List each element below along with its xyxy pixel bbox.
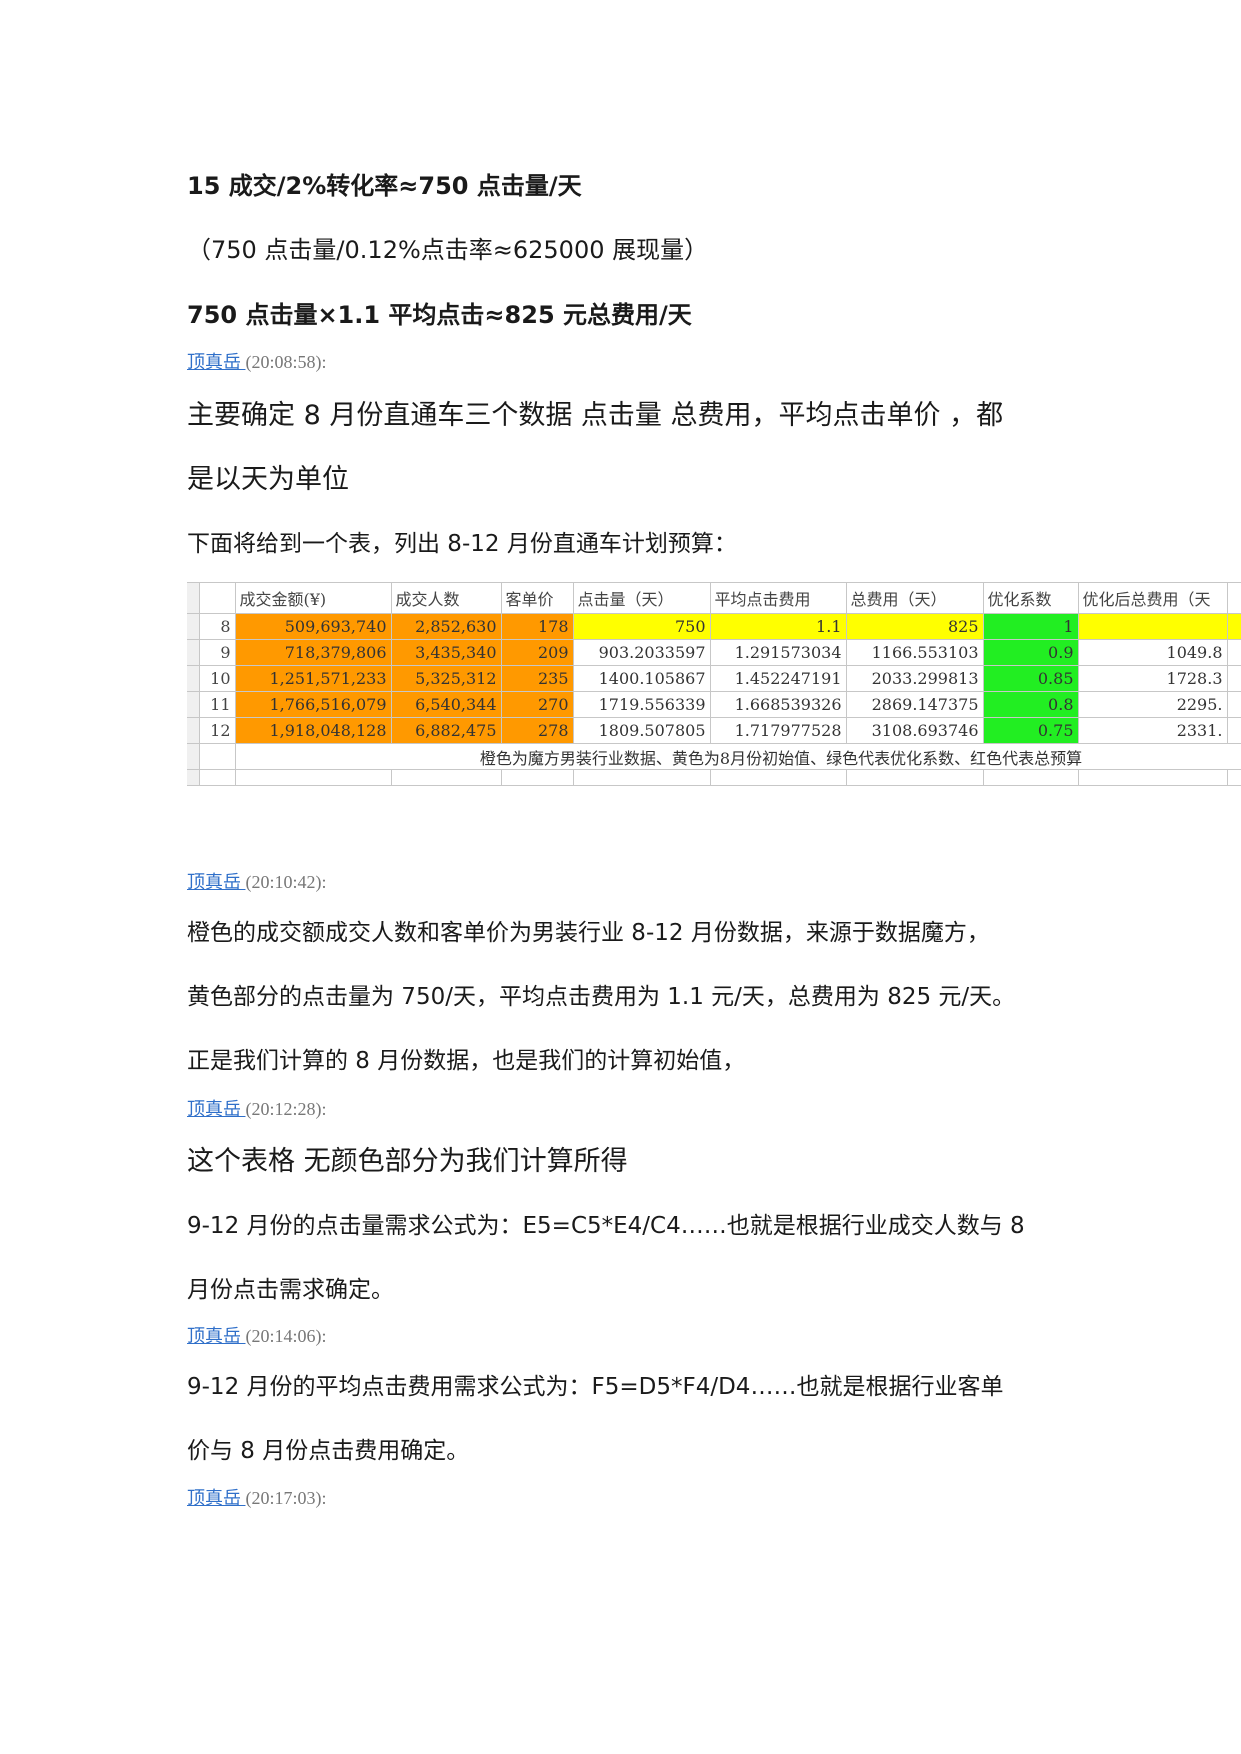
message-line: 价与 8 月份点击费用确定。 [187,1438,470,1464]
header-cell: 优化系数 [982,582,1079,614]
header-cell: 优化后总费用（天 [1077,582,1228,614]
message-line: 下面将给到一个表，列出 8-12 月份直通车计划预算： [187,531,737,557]
table-cell: 1,766,516,079 [234,691,392,718]
table-cell: 5,325,312 [390,665,502,692]
table-header-row: 成交金额(¥) 成交人数 客单价 点击量（天） 平均点击费用 总费用（天） 优化… [187,582,1241,614]
table-cell: 1400.105867 [572,665,711,692]
message-meta: 顶真岳 (20:14:06): [187,1322,327,1348]
message-time: (20:12:28): [245,1099,327,1119]
table-cell: 1,918,048,128 [234,717,392,744]
table-row: 9 718,379,806 3,435,340 209 903.2033597 … [187,639,1241,666]
table-cell: 1049.8 [1077,639,1228,666]
table-cell [1077,613,1228,640]
formula-line-3: 750 点击量×1.1 平均点击≈825 元总费用/天 [187,301,692,329]
table-cell: 1.1 [709,613,847,640]
author-link[interactable]: 顶真岳 [187,352,246,372]
header-cell: 总费用（天） [845,582,984,614]
month-cell: 8 [198,613,236,640]
table-cell: 750 [572,613,711,640]
table-cell: 3108.693746 [845,717,984,744]
table-cell: 235 [500,665,574,692]
message-line: 橙色的成交额成交人数和客单价为男装行业 8-12 月份数据，来源于数据魔方， [187,920,990,946]
table-cell: 0.9 [982,639,1079,666]
table-row: 8 509,693,740 2,852,630 178 750 1.1 825 … [187,613,1241,640]
header-cell: 客单价 [500,582,574,614]
table-cell: 3,435,340 [390,639,502,666]
table-cell: 6,540,344 [390,691,502,718]
table-cell: 1,251,571,233 [234,665,392,692]
table-cell: 1.291573034 [709,639,847,666]
table-cell: 825 [845,613,984,640]
table-cell: 0.8 [982,691,1079,718]
message-line: 主要确定 8 月份直通车三个数据 点击量 总费用，平均点击单价 ，都 [187,400,1004,431]
author-link[interactable]: 顶真岳 [187,1326,246,1346]
table-cell: 1.717977528 [709,717,847,744]
message-meta: 顶真岳 (20:17:03): [187,1484,327,1510]
message-line: 9-12 月份的平均点击费用需求公式为：F5=D5*F4/D4……也就是根据行业… [187,1374,1004,1400]
message-meta: 顶真岳 (20:12:28): [187,1095,327,1121]
header-cell: 点击量（天） [572,582,711,614]
table-cell: 1 [982,613,1079,640]
table-cell: 0.85 [982,665,1079,692]
author-link[interactable]: 顶真岳 [187,1488,246,1508]
message-line: 9-12 月份的点击量需求公式为：E5=C5*E4/C4……也就是根据行业成交人… [187,1213,1025,1239]
table-cell: 1.668539326 [709,691,847,718]
table-cell: 6,882,475 [390,717,502,744]
month-cell: 12 [198,717,236,744]
message-time: (20:10:42): [245,872,327,892]
table-cell: 2033.299813 [845,665,984,692]
message-meta: 顶真岳 (20:08:58): [187,348,327,374]
header-cell: 平均点击费用 [709,582,847,614]
table-row: 11 1,766,516,079 6,540,344 270 1719.5563… [187,691,1241,718]
table-cell: 0.75 [982,717,1079,744]
table-cell: 903.2033597 [572,639,711,666]
header-cell: 成交金额(¥) [234,582,392,614]
table-note: 橙色为魔方男装行业数据、黄色为8月份初始值、绿色代表优化系数、红色代表总预算 [234,743,1241,770]
header-cell: 成交人数 [390,582,502,614]
table-row: 12 1,918,048,128 6,882,475 278 1809.5078… [187,717,1241,744]
month-cell: 10 [198,665,236,692]
message-line: 这个表格 无颜色部分为我们计算所得 [187,1146,628,1177]
budget-table: 成交金额(¥) 成交人数 客单价 点击量（天） 平均点击费用 总费用（天） 优化… [187,582,1241,786]
table-row: 10 1,251,571,233 5,325,312 235 1400.1058… [187,665,1241,692]
message-time: (20:17:03): [245,1488,327,1508]
message-line: 黄色部分的点击量为 750/天，平均点击费用为 1.1 元/天，总费用为 825… [187,984,1016,1010]
table-cell: 2295. [1077,691,1228,718]
table-cell: 2869.147375 [845,691,984,718]
table-cell: 1728.3 [1077,665,1228,692]
table-cell: 178 [500,613,574,640]
message-line: 是以天为单位 [187,464,349,495]
author-link[interactable]: 顶真岳 [187,1099,246,1119]
table-cell: 209 [500,639,574,666]
table-cell: 1166.553103 [845,639,984,666]
message-time: (20:14:06): [245,1326,327,1346]
table-cell: 270 [500,691,574,718]
month-cell: 9 [198,639,236,666]
formula-line-2: （750 点击量/0.12%点击率≈625000 展现量） [187,236,709,264]
budget-table-image: 成交金额(¥) 成交人数 客单价 点击量（天） 平均点击费用 总费用（天） 优化… [187,582,1241,786]
table-cell: 278 [500,717,574,744]
table-cell: 509,693,740 [234,613,392,640]
table-cell: 1719.556339 [572,691,711,718]
table-note-row: 橙色为魔方男装行业数据、黄色为8月份初始值、绿色代表优化系数、红色代表总预算 [187,743,1241,770]
table-cell: 1.452247191 [709,665,847,692]
month-cell: 11 [198,691,236,718]
table-cell: 718,379,806 [234,639,392,666]
message-meta: 顶真岳 (20:10:42): [187,868,327,894]
table-cell: 2331. [1077,717,1228,744]
table-cell: 2,852,630 [390,613,502,640]
message-line: 正是我们计算的 8 月份数据，也是我们的计算初始值， [187,1048,746,1074]
author-link[interactable]: 顶真岳 [187,872,246,892]
message-time: (20:08:58): [245,352,327,372]
table-cell: 1809.507805 [572,717,711,744]
formula-line-1: 15 成交/2%转化率≈750 点击量/天 [187,172,582,200]
message-line: 月份点击需求确定。 [187,1277,394,1303]
